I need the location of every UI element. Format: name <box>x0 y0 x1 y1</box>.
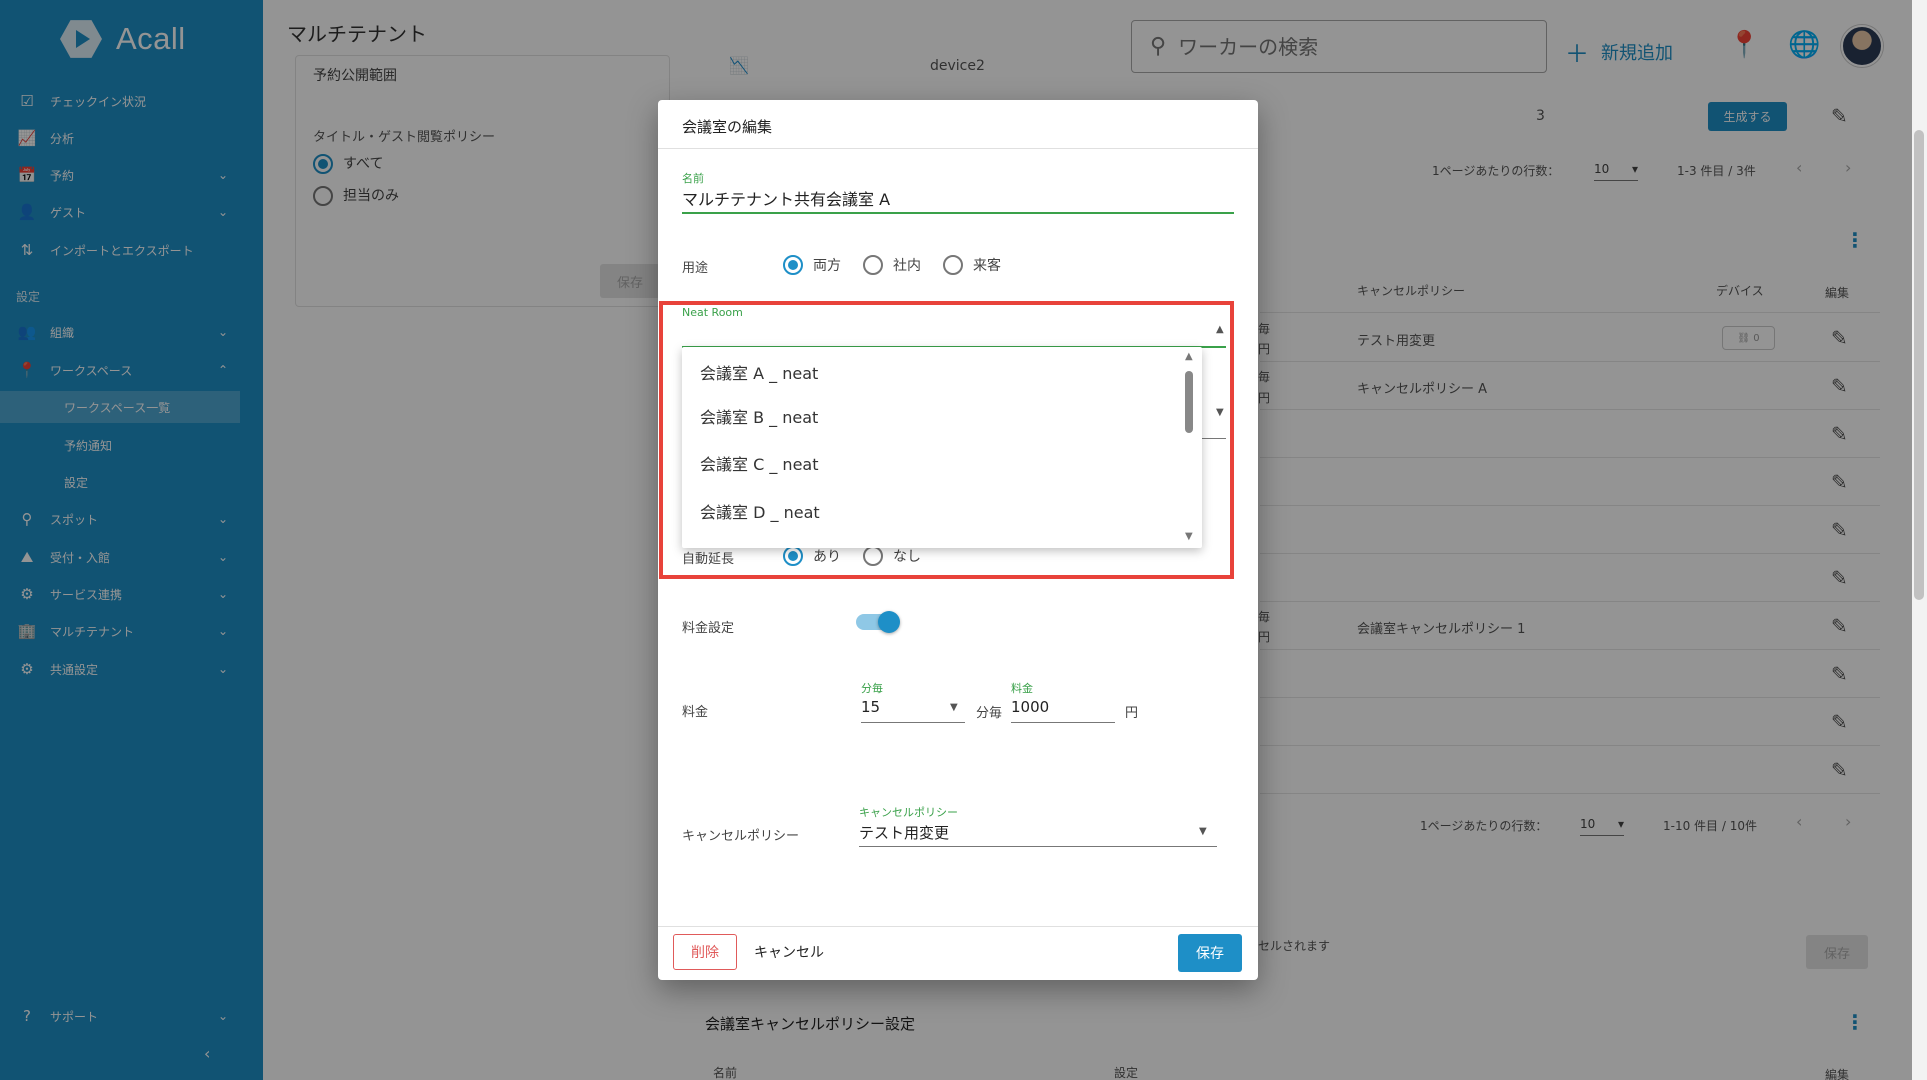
delete-button[interactable]: 削除 <box>673 934 737 970</box>
purpose-option-label: 来客 <box>973 258 1001 274</box>
name-field[interactable]: マルチテナント共有会議室 A <box>682 186 890 210</box>
caret-down-icon[interactable]: ▼ <box>950 702 958 713</box>
per-min-select[interactable]: 15 <box>861 698 880 716</box>
fee-setting-label: 料金設定 <box>682 621 735 636</box>
caret-down-icon[interactable]: ▼ <box>1199 826 1207 837</box>
fee-caption: 料金 <box>1011 682 1033 695</box>
radio-checked-icon <box>783 255 803 275</box>
radio-unchecked-icon <box>863 255 883 275</box>
purpose-label: 用途 <box>682 261 709 276</box>
name-caption: 名前 <box>682 172 704 185</box>
purpose-option-label: 社内 <box>893 258 921 274</box>
fee-label: 料金 <box>682 705 709 720</box>
per-min-caption: 分毎 <box>861 682 883 695</box>
per-min-suffix: 分毎 <box>976 706 1003 721</box>
purpose-option-label: 両方 <box>813 258 841 274</box>
cancel-policy-label: キャンセルポリシー <box>682 829 800 844</box>
highlight-box <box>659 301 1234 579</box>
cancel-policy-underline <box>859 846 1217 847</box>
fee-input[interactable]: 1000 <box>1011 698 1049 716</box>
page-scrollbar-thumb[interactable] <box>1914 130 1924 600</box>
purpose-radio-both[interactable]: 両方 <box>783 255 841 275</box>
purpose-radio-internal[interactable]: 社内 <box>863 255 921 275</box>
cancel-button[interactable]: キャンセル <box>754 934 824 970</box>
dialog-footer-divider <box>658 926 1258 927</box>
fee-underline <box>1011 722 1115 723</box>
dialog-divider <box>658 148 1258 149</box>
fee-setting-toggle[interactable] <box>856 611 900 633</box>
toggle-knob <box>878 611 900 633</box>
dialog-title: 会議室の編集 <box>682 118 773 136</box>
radio-unchecked-icon <box>943 255 963 275</box>
save-button[interactable]: 保存 <box>1178 934 1242 972</box>
cancel-policy-caption: キャンセルポリシー <box>859 806 958 819</box>
per-min-underline <box>861 722 965 723</box>
cancel-policy-select[interactable]: テスト用変更 <box>859 822 949 843</box>
fee-suffix: 円 <box>1125 706 1139 721</box>
purpose-radio-visitor[interactable]: 来客 <box>943 255 1001 275</box>
name-field-underline <box>682 212 1234 214</box>
